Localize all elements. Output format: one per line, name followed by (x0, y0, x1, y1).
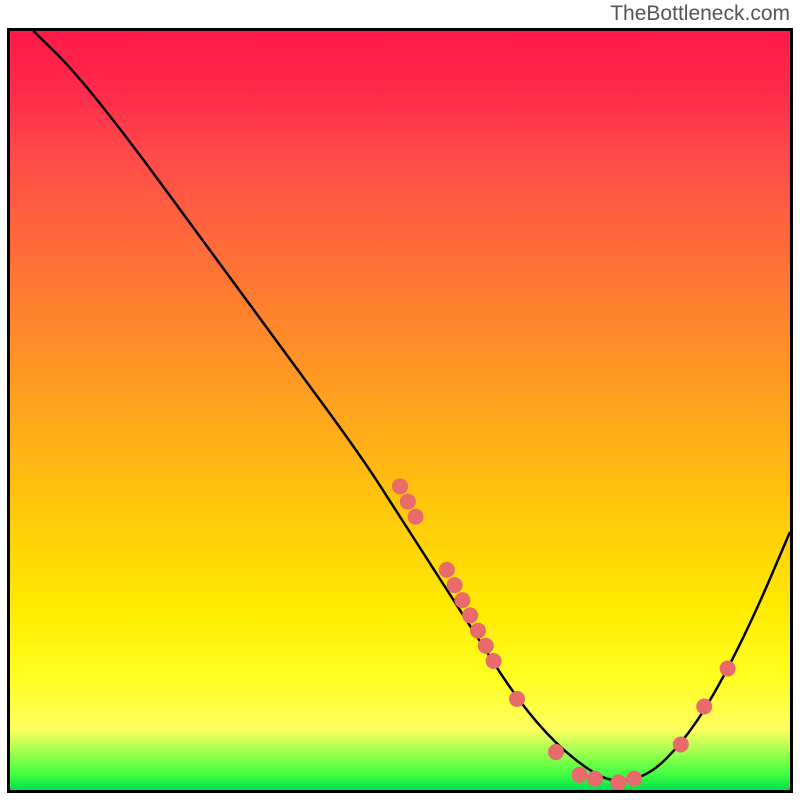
data-point (478, 638, 494, 654)
data-point (462, 607, 478, 623)
data-point (454, 592, 470, 608)
data-point (400, 494, 416, 510)
data-point (439, 562, 455, 578)
data-point (610, 774, 626, 790)
data-point (392, 478, 408, 494)
data-point (571, 767, 587, 783)
data-point (509, 691, 525, 707)
data-point (626, 771, 642, 787)
data-point (486, 653, 502, 669)
data-point (696, 699, 712, 715)
data-point (587, 771, 603, 787)
data-point (470, 623, 486, 639)
watermark-text: TheBottleneck.com (610, 2, 790, 26)
data-point (548, 744, 564, 760)
data-point (447, 577, 463, 593)
chart-svg (10, 31, 790, 790)
data-points (392, 478, 736, 790)
data-point (673, 736, 689, 752)
chart-area (7, 28, 793, 793)
bottleneck-curve (33, 31, 790, 781)
data-point (408, 509, 424, 525)
data-point (720, 661, 736, 677)
